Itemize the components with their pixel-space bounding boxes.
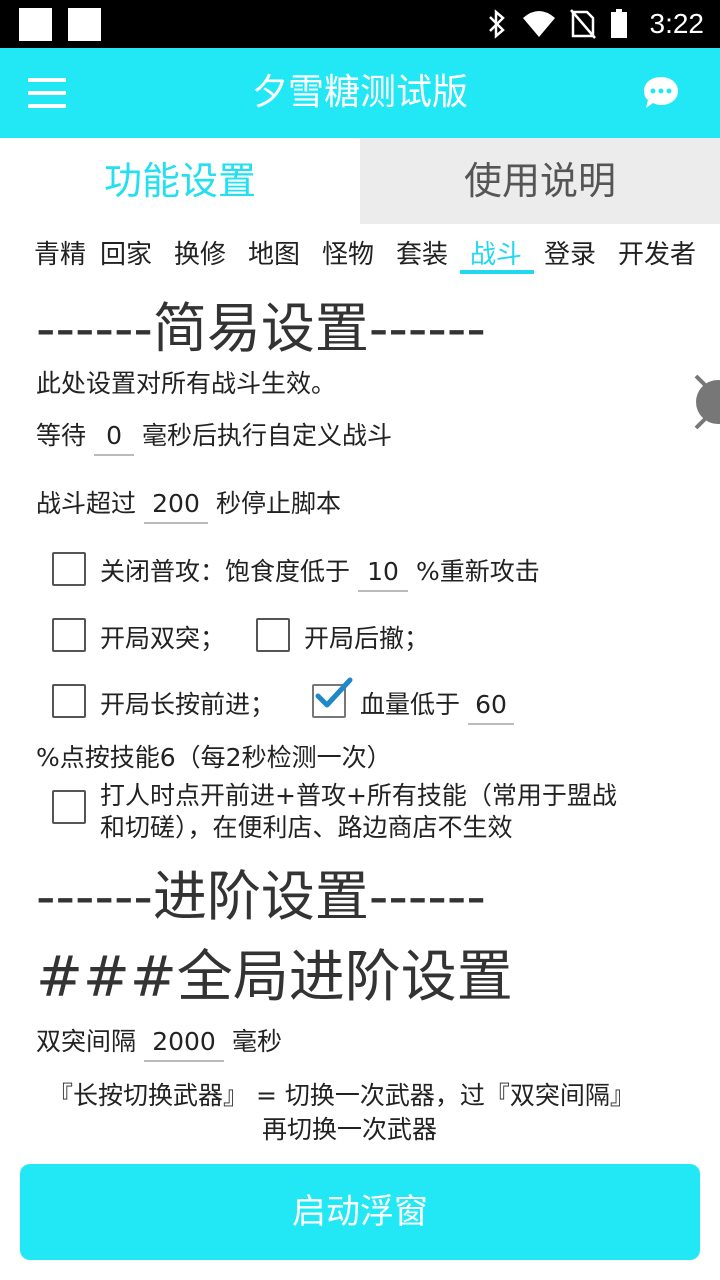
app-bar: 夕雪糖测试版 [0, 48, 720, 138]
clock: 3:22 [649, 8, 705, 39]
retreat-checkbox[interactable] [256, 618, 290, 652]
start-float-window-button[interactable]: 启动浮窗 [20, 1164, 700, 1260]
chat-bubble-icon[interactable] [642, 74, 680, 112]
no-sim-icon [569, 9, 596, 39]
hit-all-line1: 打人时点开前进+普攻+所有技能（常用于盟战 [100, 781, 617, 810]
battery-icon [610, 9, 627, 38]
long-press-checkbox[interactable] [52, 684, 86, 718]
subtab-item[interactable]: 地图 [248, 234, 300, 271]
subtab-item[interactable]: 回家 [100, 234, 152, 271]
wait-row: 等待 0 毫秒后执行自定义战斗 [36, 416, 392, 456]
interval-prefix: 双突间隔 [36, 1027, 137, 1056]
bluetooth-icon [488, 9, 505, 39]
hit-all-line2: 和切磋），在便利店、路边商店不生效 [100, 813, 513, 842]
double-dash-checkbox[interactable] [52, 618, 86, 652]
subtab-item[interactable]: 换修 [174, 234, 226, 271]
subtab-item-battle[interactable]: 战斗 [470, 234, 522, 271]
wait-suffix: 毫秒后执行自定义战斗 [142, 421, 393, 450]
simple-settings-heading: ------简易设置------ [36, 297, 486, 360]
subtab-item[interactable]: 青精 [34, 234, 86, 271]
active-subtab-indicator [460, 270, 534, 274]
wait-prefix: 等待 [36, 421, 87, 450]
close-attack-checkbox[interactable] [52, 552, 86, 586]
hit-all-checkbox[interactable] [52, 790, 86, 824]
double-dash-label: 开局双突； [100, 624, 226, 653]
wait-input[interactable]: 0 [94, 421, 135, 456]
float-handle-icon[interactable] [690, 362, 720, 442]
hp-checkbox[interactable] [312, 677, 353, 718]
hunger-input[interactable]: 10 [358, 557, 409, 592]
close-attack-row: 关闭普攻：饱食度低于 10 %重新攻击 [100, 552, 540, 592]
switch-weapon-line1: 『长按切换武器』 = 切换一次武器，过『双突间隔』 [48, 1081, 635, 1110]
wifi-icon [522, 11, 555, 37]
timeout-input[interactable]: 200 [144, 489, 209, 524]
subtab-item[interactable]: 登录 [544, 234, 596, 271]
notification-icon [19, 8, 52, 41]
interval-row: 双突间隔 2000 毫秒 [36, 1022, 282, 1062]
tab-instructions[interactable]: 使用说明 [360, 138, 720, 224]
advanced-settings-heading: ------进阶设置------ [36, 865, 486, 928]
hp-suffix: %点按技能6（每2秒检测一次） [36, 743, 392, 772]
close-attack-label: 关闭普攻：饱食度低于 [100, 557, 351, 586]
sub-tabs: 青精 回家 换修 地图 怪物 套装 战斗 登录 开发者 [0, 224, 720, 280]
tab-function-settings[interactable]: 功能设置 [0, 138, 360, 224]
timeout-prefix: 战斗超过 [36, 489, 137, 518]
subtab-item[interactable]: 套装 [396, 234, 448, 271]
switch-weapon-line2: 再切换一次武器 [262, 1115, 438, 1144]
long-press-label: 开局长按前进； [100, 690, 276, 719]
subtab-item[interactable]: 开发者 [618, 234, 696, 271]
status-bar: 3:22 [0, 0, 720, 48]
notification-icon [68, 8, 101, 41]
timeout-suffix: 秒停止脚本 [216, 489, 342, 518]
interval-suffix: 毫秒 [232, 1027, 283, 1056]
interval-input[interactable]: 2000 [144, 1027, 225, 1062]
main-tabs: 功能设置 使用说明 [0, 138, 720, 224]
app-title: 夕雪糖测试版 [251, 72, 468, 113]
hp-label: 血量低于 [360, 690, 461, 719]
hunger-suffix: %重新攻击 [416, 557, 540, 586]
simple-settings-desc: 此处设置对所有战斗生效。 [36, 369, 337, 398]
timeout-row: 战斗超过 200 秒停止脚本 [36, 484, 341, 524]
checkmark-icon [315, 677, 353, 708]
hp-row: 血量低于 60 [360, 685, 522, 725]
global-advanced-heading: ###全局进阶设置 [36, 945, 513, 1010]
subtab-item[interactable]: 怪物 [322, 234, 374, 271]
retreat-label: 开局后撤； [304, 624, 430, 653]
hp-input[interactable]: 60 [468, 690, 515, 725]
